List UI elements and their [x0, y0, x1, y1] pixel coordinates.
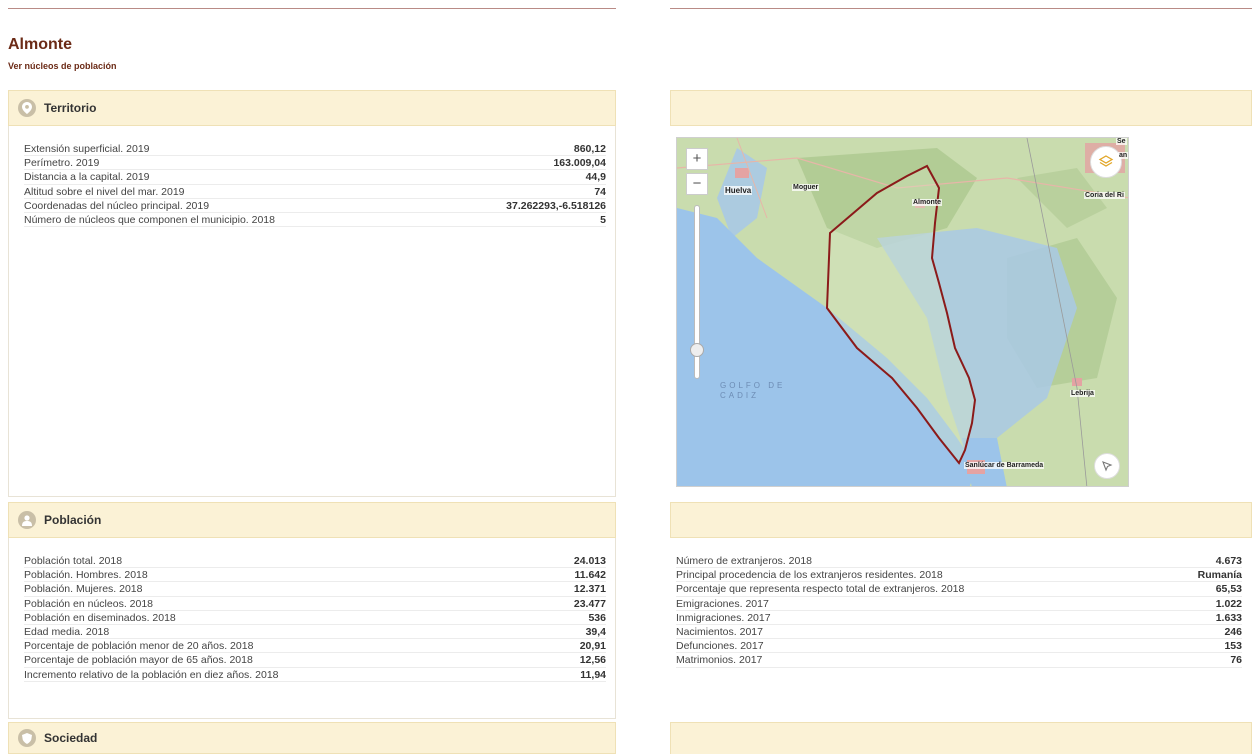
map-label-se: Se [1116, 138, 1127, 145]
map-label-moguer: Moguer [792, 184, 820, 191]
table-row: Edad media. 2018 39,4 [24, 625, 606, 640]
table-row: Nacimientos. 2017 246 [676, 625, 1242, 640]
section-title: Población [44, 513, 102, 527]
zoom-out-button[interactable]: − [686, 173, 708, 195]
section-header-sociedad-right [670, 722, 1252, 754]
table-row: Población. Hombres. 2018 11.642 [24, 569, 606, 583]
zoom-slider-handle[interactable] [690, 343, 704, 357]
pointer-button[interactable] [1094, 453, 1120, 479]
cursor-arrow-icon [1102, 461, 1113, 472]
person-icon [18, 511, 36, 529]
table-row: Extensión superficial. 2019 860,12 [24, 143, 606, 157]
section-title: Territorio [44, 101, 97, 115]
map-label-huelva: Huelva [724, 186, 753, 195]
table-row: Defunciones. 2017 153 [676, 640, 1242, 654]
shield-icon [18, 729, 36, 747]
table-row: Inmigraciones. 2017 1.633 [676, 611, 1242, 625]
table-row: Porcentaje de población menor de 20 años… [24, 640, 606, 654]
map-label-gulf: GOLFO DE CADIZ [720, 381, 786, 400]
map-label-coria: Coria del Ri [1084, 192, 1125, 199]
table-row: Porcentaje que representa respecto total… [676, 583, 1242, 597]
map-label-lebrija: Lebrija [1070, 390, 1095, 397]
section-header-poblacion-right [670, 502, 1252, 538]
map-label-sanlucar: Sanlúcar de Barrameda [964, 462, 1045, 469]
table-row: Población en núcleos. 2018 23.477 [24, 597, 606, 611]
table-row: Matrimonios. 2017 76 [676, 654, 1242, 668]
layers-button[interactable] [1090, 146, 1122, 178]
section-header-poblacion[interactable]: Población [8, 502, 616, 538]
map-label-an: an [1118, 152, 1129, 159]
zoom-in-button[interactable]: + [686, 148, 708, 170]
section-header-territorio[interactable]: Territorio [8, 90, 616, 126]
table-row: Incremento relativo de la población en d… [24, 668, 606, 682]
table-row: Población total. 2018 24.013 [24, 555, 606, 569]
table-row: Porcentaje de población mayor de 65 años… [24, 654, 606, 668]
table-row: Número de extranjeros. 2018 4.673 [676, 555, 1242, 569]
poblacion-rows-right: Número de extranjeros. 2018 4.673 Princip… [676, 554, 1242, 668]
table-row: Distancia a la capital. 2019 44,9 [24, 171, 606, 185]
page-title: Almonte [8, 36, 72, 53]
top-divider-right [670, 8, 1252, 9]
section-header-sociedad[interactable]: Sociedad [8, 722, 616, 754]
layers-icon [1098, 155, 1114, 167]
table-row: Población en diseminados. 2018 536 [24, 611, 606, 625]
section-title: Sociedad [44, 731, 98, 745]
territorio-rows: Extensión superficial. 2019 860,12 Períme… [24, 142, 606, 228]
table-row: Perímetro. 2019 163.009,04 [24, 157, 606, 171]
table-row: Emigraciones. 2017 1.022 [676, 597, 1242, 611]
population-nuclei-link[interactable]: Ver núcleos de población [8, 61, 117, 71]
location-pin-icon [18, 99, 36, 117]
table-row: Población. Mujeres. 2018 12.371 [24, 583, 606, 597]
table-row: Principal procedencia de los extranjeros… [676, 569, 1242, 583]
top-divider-left [8, 8, 616, 9]
section-header-territorio-right [670, 90, 1252, 126]
table-row: Coordenadas del núcleo principal. 2019 37… [24, 199, 606, 213]
table-row: Altitud sobre el nivel del mar. 2019 74 [24, 185, 606, 199]
table-row: Número de núcleos que componen el munici… [24, 213, 606, 228]
poblacion-rows-left: Población total. 2018 24.013 Población. H… [24, 554, 606, 682]
map-label-almonte: Almonte [912, 199, 942, 206]
